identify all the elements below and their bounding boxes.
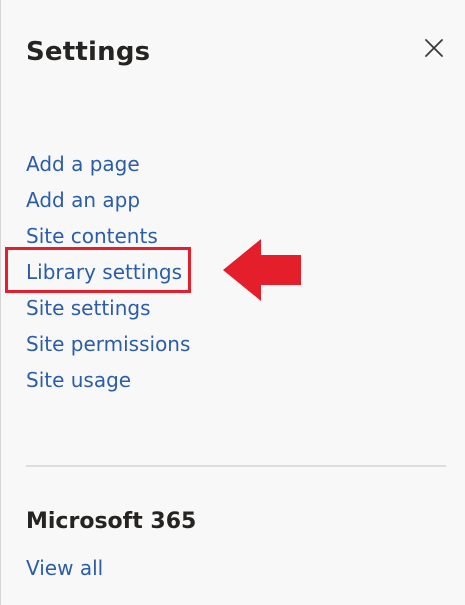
view-all-link[interactable]: View all [26,553,103,583]
settings-links-list: Add a page Add an app Site contents Libr… [26,149,190,401]
library-settings-link[interactable]: Library settings [26,257,190,293]
site-usage-link[interactable]: Site usage [26,365,190,401]
site-settings-link[interactable]: Site settings [26,293,190,329]
add-an-app-link[interactable]: Add an app [26,185,190,221]
section-divider [26,465,446,467]
red-arrow-icon [223,239,301,301]
site-permissions-link[interactable]: Site permissions [26,329,190,365]
add-a-page-link[interactable]: Add a page [26,149,190,185]
close-icon[interactable] [419,33,449,63]
settings-panel: Settings Add a page Add an app Site cont… [0,0,465,605]
microsoft-365-heading: Microsoft 365 [26,509,197,534]
settings-title: Settings [26,37,151,67]
site-contents-link[interactable]: Site contents [26,221,190,257]
